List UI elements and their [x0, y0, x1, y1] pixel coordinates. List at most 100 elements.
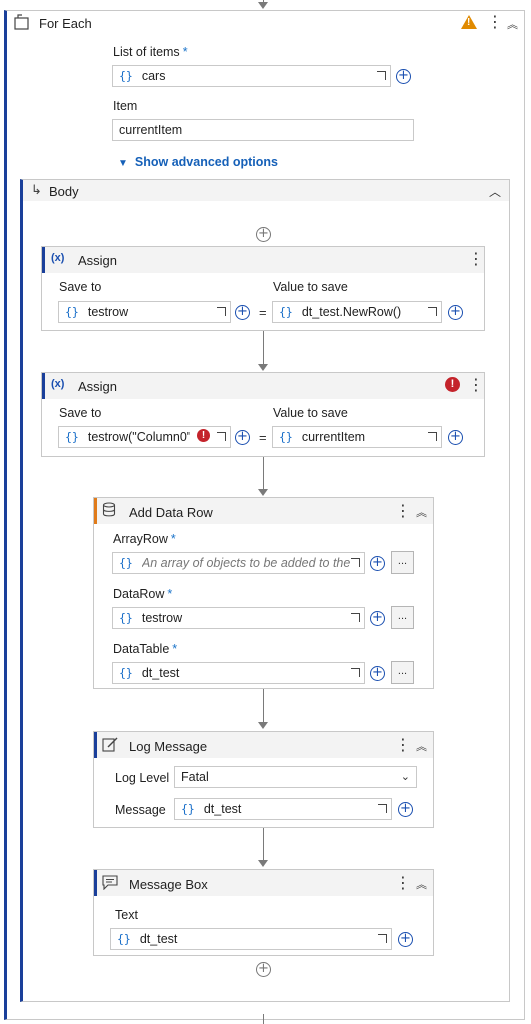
save-to-field[interactable]: {} testrow("Column0") ! — [58, 426, 231, 448]
message-field[interactable]: {} dt_test — [174, 798, 392, 820]
data-row-field[interactable]: {} testrow — [112, 607, 365, 629]
expand-editor-icon[interactable] — [351, 613, 360, 622]
error-icon[interactable]: ! — [197, 429, 210, 442]
variable-icon: {} — [117, 932, 131, 946]
variable-icon: {} — [119, 69, 133, 83]
data-table-value: dt_test — [141, 666, 180, 680]
value-to-save-field[interactable]: {} dt_test.NewRow() — [272, 301, 442, 323]
save-to-value: testrow — [87, 305, 129, 319]
expand-editor-icon[interactable] — [428, 432, 437, 441]
add-variable-button[interactable]: + — [370, 556, 385, 571]
add-variable-button[interactable]: + — [396, 69, 411, 84]
connector-arrow — [258, 860, 268, 867]
body-arrow-icon: ↳ — [31, 182, 42, 197]
connector-arrow — [258, 489, 268, 496]
log-level-value: Fatal — [181, 770, 209, 784]
collapse-icon[interactable]: ︽ — [416, 738, 427, 754]
assign-icon: (x) — [51, 378, 65, 390]
ellipsis-button[interactable]: ... — [391, 606, 414, 629]
assign-title-2: Assign — [78, 379, 118, 394]
message-value: dt_test — [203, 802, 242, 816]
variable-icon: {} — [119, 611, 133, 625]
value-to-save-value: dt_test.NewRow() — [301, 305, 402, 319]
expand-editor-icon[interactable] — [428, 307, 437, 316]
array-row-field[interactable]: {} An array of objects to be added to th… — [112, 552, 365, 574]
error-icon[interactable]: ! — [445, 377, 460, 392]
list-of-items-field[interactable]: {} cars — [112, 65, 391, 87]
data-row-value: testrow — [141, 611, 183, 625]
connector-line — [263, 1014, 264, 1024]
add-variable-button[interactable]: + — [370, 611, 385, 626]
warning-icon[interactable]: ! — [461, 15, 477, 29]
more-options-icon[interactable]: ⋮ — [395, 737, 411, 753]
add-variable-button[interactable]: + — [448, 430, 463, 445]
save-to-field[interactable]: {} testrow — [58, 301, 231, 323]
body-header — [23, 180, 509, 201]
data-table-field[interactable]: {} dt_test — [112, 662, 365, 684]
log-message-title: Log Message — [129, 739, 208, 754]
more-options-icon[interactable]: ⋮ — [395, 875, 411, 891]
message-bubble-icon — [102, 875, 118, 890]
more-options-icon[interactable]: ⋮ — [468, 251, 484, 267]
expand-editor-icon[interactable] — [377, 71, 386, 80]
add-variable-button[interactable]: + — [235, 430, 250, 445]
variable-icon: {} — [181, 802, 195, 816]
list-of-items-value: cars — [141, 69, 166, 83]
data-table-label: DataTable * — [113, 642, 178, 656]
for-each-title: For Each — [39, 16, 92, 31]
add-variable-button[interactable]: + — [448, 305, 463, 320]
item-field[interactable]: currentItem — [112, 119, 414, 141]
expand-editor-icon[interactable] — [217, 307, 226, 316]
log-icon — [102, 737, 118, 752]
expand-editor-icon[interactable] — [351, 558, 360, 567]
add-variable-button[interactable]: + — [370, 666, 385, 681]
variable-icon: {} — [119, 556, 133, 570]
more-options-icon[interactable]: ⋮ — [395, 503, 411, 519]
assign-title-1: Assign — [78, 253, 118, 268]
value-to-save-label: Value to save — [273, 280, 348, 294]
item-value: currentItem — [119, 123, 183, 137]
connector-arrow — [258, 364, 268, 371]
save-to-label: Save to — [59, 406, 102, 420]
body-title: Body — [49, 184, 79, 199]
equals-sign: = — [259, 430, 267, 445]
show-advanced-options-link[interactable]: ▼ Show advanced options — [118, 155, 278, 169]
add-variable-button[interactable]: + — [398, 932, 413, 947]
collapse-icon[interactable]: ︽ — [507, 16, 518, 32]
log-level-select[interactable]: Fatal ⌄ — [174, 766, 417, 788]
body-collapse-icon[interactable]: ︿ — [489, 183, 501, 200]
variable-icon: {} — [65, 305, 79, 319]
add-activity-button[interactable]: + — [256, 227, 271, 242]
data-row-label: DataRow * — [113, 587, 173, 601]
value-to-save-label: Value to save — [273, 406, 348, 420]
save-to-label: Save to — [59, 280, 102, 294]
message-label: Message — [115, 803, 166, 817]
text-field[interactable]: {} dt_test — [110, 928, 392, 950]
ellipsis-button[interactable]: ... — [391, 661, 414, 684]
expand-editor-icon[interactable] — [217, 432, 226, 441]
more-options-icon[interactable]: ⋮ — [487, 14, 503, 30]
variable-icon: {} — [119, 666, 133, 680]
variable-icon: {} — [65, 430, 79, 444]
value-to-save-value: currentItem — [301, 430, 366, 444]
chevron-down-icon: ⌄ — [400, 771, 410, 783]
save-to-value: testrow("Column0") — [87, 430, 190, 444]
connector-line — [263, 331, 264, 366]
add-activity-button[interactable]: + — [256, 962, 271, 977]
expand-editor-icon[interactable] — [378, 804, 387, 813]
add-variable-button[interactable]: + — [235, 305, 250, 320]
collapse-icon[interactable]: ︽ — [416, 876, 427, 892]
expand-editor-icon[interactable] — [378, 934, 387, 943]
connector-line — [263, 457, 264, 490]
ellipsis-button[interactable]: ... — [391, 551, 414, 574]
add-variable-button[interactable]: + — [398, 802, 413, 817]
text-label: Text — [115, 908, 138, 922]
value-to-save-field[interactable]: {} currentItem — [272, 426, 442, 448]
connector-arrow — [258, 2, 268, 9]
assign-icon: (x) — [51, 252, 65, 264]
collapse-icon[interactable]: ︽ — [416, 504, 427, 520]
add-data-row-title: Add Data Row — [129, 505, 213, 520]
more-options-icon[interactable]: ⋮ — [468, 377, 484, 393]
text-value: dt_test — [139, 932, 178, 946]
expand-editor-icon[interactable] — [351, 668, 360, 677]
